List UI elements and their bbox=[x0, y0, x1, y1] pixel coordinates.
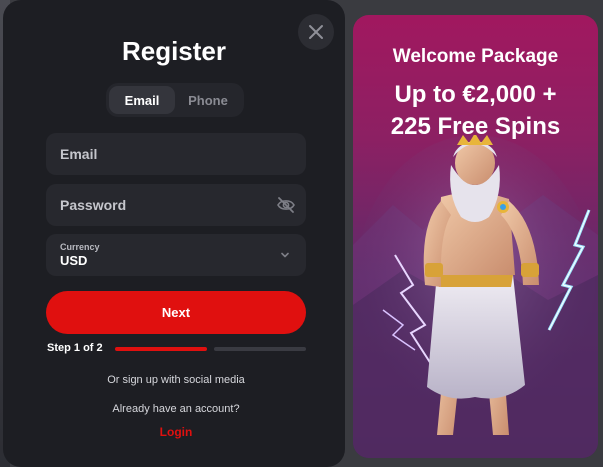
promo-amount: Up to €2,000 + 225 Free Spins bbox=[353, 79, 598, 143]
progress-step-1 bbox=[115, 347, 207, 351]
login-link[interactable]: Login bbox=[3, 425, 349, 439]
next-button[interactable]: Next bbox=[46, 291, 306, 334]
currency-label: Currency bbox=[60, 241, 100, 252]
email-input[interactable] bbox=[60, 146, 292, 162]
step-progress-bar bbox=[115, 347, 306, 351]
email-field bbox=[46, 133, 306, 175]
social-signup-text: Or sign up with social media bbox=[107, 374, 245, 386]
page-title: Register bbox=[121, 36, 227, 66]
zeus-illustration bbox=[353, 135, 598, 458]
chevron-down-icon bbox=[281, 252, 289, 258]
password-input[interactable] bbox=[60, 197, 292, 213]
tab-email[interactable]: Email bbox=[109, 86, 175, 114]
existing-account-text: Already have an account? bbox=[112, 403, 240, 415]
register-form-panel: Register Email Phone Currency USD Next S… bbox=[3, 0, 345, 467]
currency-value: USD bbox=[60, 252, 88, 268]
promo-title: Welcome Package bbox=[392, 46, 559, 67]
promo-amount-line-1: Up to €2,000 + bbox=[394, 81, 557, 108]
tab-phone[interactable]: Phone bbox=[175, 86, 241, 114]
password-field bbox=[46, 184, 306, 226]
signup-method-tabs: Email Phone bbox=[106, 83, 244, 117]
promo-banner: Welcome Package Up to €2,000 + 225 Free … bbox=[353, 15, 598, 458]
currency-select[interactable]: Currency USD bbox=[46, 234, 306, 276]
eye-slash-icon[interactable] bbox=[276, 195, 296, 215]
progress-step-2 bbox=[214, 347, 306, 351]
register-modal: Register Email Phone Currency USD Next S… bbox=[0, 0, 603, 467]
step-indicator: Step 1 of 2 bbox=[47, 342, 103, 354]
